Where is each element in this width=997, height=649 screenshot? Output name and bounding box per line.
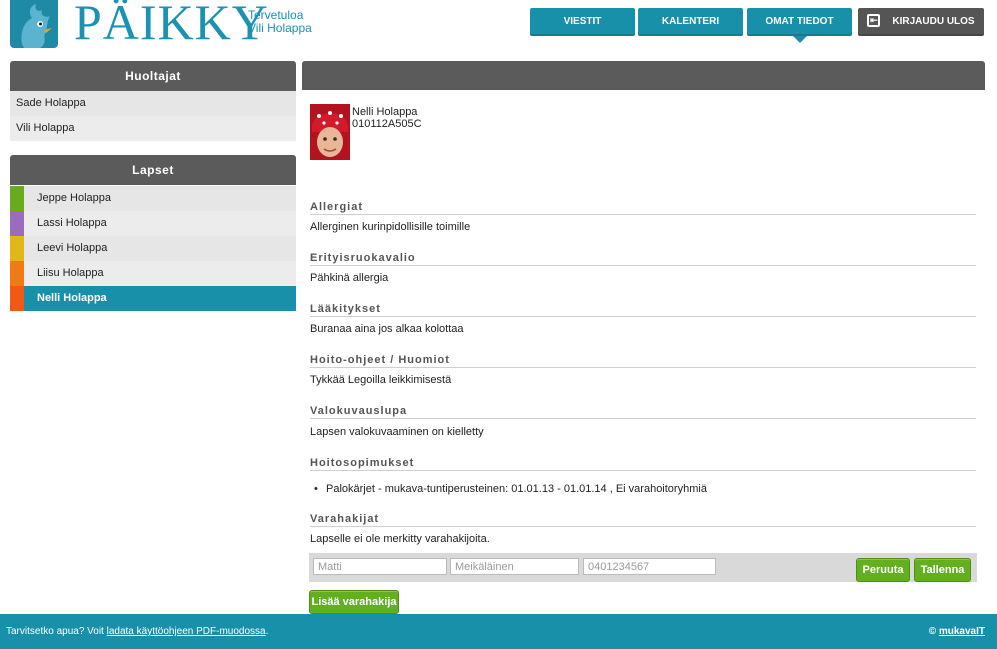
backup-guardians-title: Varahakijat [310,513,976,527]
care-contracts-title: Hoitosopimukset [310,457,976,471]
mukavait-link[interactable]: mukavaIT [939,626,985,637]
nav-my-info-button[interactable]: OMAT TIEDOT [747,8,852,43]
first-name-input[interactable] [313,558,447,575]
child-item-jeppe[interactable]: Jeppe Holappa [10,186,296,211]
child-item-nelli[interactable]: Nelli Holappa [10,286,296,311]
logo-text: PÄIKKY [74,0,269,50]
guardian-name: Vili Holappa [16,122,75,134]
child-avatar [310,104,350,160]
logo-mascot-icon [10,0,58,48]
diet-text: Pähkinä allergia [310,272,389,284]
backup-guardians-text: Lapselle ei ole merkitty varahakijoita. [310,533,490,545]
guardian-item[interactable]: Vili Holappa [10,116,296,141]
photo-permission-title: Valokuvauslupa [310,405,976,419]
welcome-text: Tervetuloa Vili Holappa [248,9,312,35]
child-item-leevi[interactable]: Leevi Holappa [10,236,296,261]
logout-icon: ⇤ [867,13,881,27]
cancel-button[interactable]: Peruuta [856,558,910,582]
child-name: Leevi Holappa [37,242,108,254]
nav-messages-button[interactable]: VIESTIT [530,8,635,36]
footer-help-prefix: Tarvitsetko apua? Voit [6,626,107,637]
guardians-panel-title: Huoltajat [10,61,296,91]
allergies-title: Allergiat [310,201,976,215]
add-backup-button[interactable]: Lisää varahakija [309,590,399,614]
main-panel-header [302,61,985,90]
medications-text: Buranaa aina jos alkaa kolottaa [310,323,464,335]
child-item-liisu[interactable]: Liisu Holappa [10,261,296,286]
nav-calendar-label: KALENTERI [661,16,720,27]
child-name: Lassi Holappa [37,217,107,229]
footer: Tarvitsetko apua? Voit ladata käyttöohje… [0,614,997,649]
medications-title: Lääkitykset [310,303,976,317]
child-color-marker [10,236,24,261]
children-panel-title: Lapset [10,155,296,185]
welcome-user-name: Vili Holappa [248,21,312,35]
footer-copyright: © mukavaIT [929,626,985,637]
nav-messages-label: VIESTIT [563,16,602,27]
header: PÄIKKY Tervetuloa Vili Holappa VIESTIT K… [0,0,997,54]
footer-help: Tarvitsetko apua? Voit ladata käyttöohje… [6,626,268,637]
guardian-item[interactable]: Sade Holappa [10,91,296,116]
nav-my-info-label: OMAT TIEDOT [765,16,834,27]
child-name: Jeppe Holappa [37,192,112,204]
child-info: Nelli Holappa 010112A505C [352,106,422,130]
child-color-marker [10,261,24,286]
logout-label: KIRJAUDU ULOS [892,16,975,27]
allergies-text: Allerginen kurinpidollisille toimille [310,221,471,233]
nav-calendar-button[interactable]: KALENTERI [638,8,743,36]
diet-title: Erityisruokavalio [310,252,976,266]
save-button[interactable]: Tallenna [914,558,971,582]
child-id: 010112A505C [352,118,422,130]
copyright-symbol: © [928,626,937,637]
care-contract-item: Palokärjet - mukava-tuntiperusteinen: 01… [314,483,707,495]
care-instructions-title: Hoito-ohjeet / Huomiot [310,354,976,368]
manual-pdf-link[interactable]: ladata käyttöohjeen PDF-muodossa [107,626,266,637]
child-full-name: Nelli Holappa [352,106,418,118]
phone-input[interactable] [583,558,716,575]
care-instructions-text: Tykkää Legoilla leikkimisestä [310,374,452,386]
child-name: Nelli Holappa [37,292,107,304]
photo-permission-text: Lapsen valokuvaaminen on kielletty [310,426,484,438]
child-item-lassi[interactable]: Lassi Holappa [10,211,296,236]
last-name-input[interactable] [450,558,579,575]
footer-help-suffix: . [265,626,269,637]
logout-button[interactable]: ⇤ KIRJAUDU ULOS [858,8,984,36]
child-color-marker [10,286,24,311]
child-name: Liisu Holappa [37,267,104,279]
guardian-name: Sade Holappa [16,97,86,109]
child-color-marker [10,186,24,211]
child-color-marker [10,211,24,236]
